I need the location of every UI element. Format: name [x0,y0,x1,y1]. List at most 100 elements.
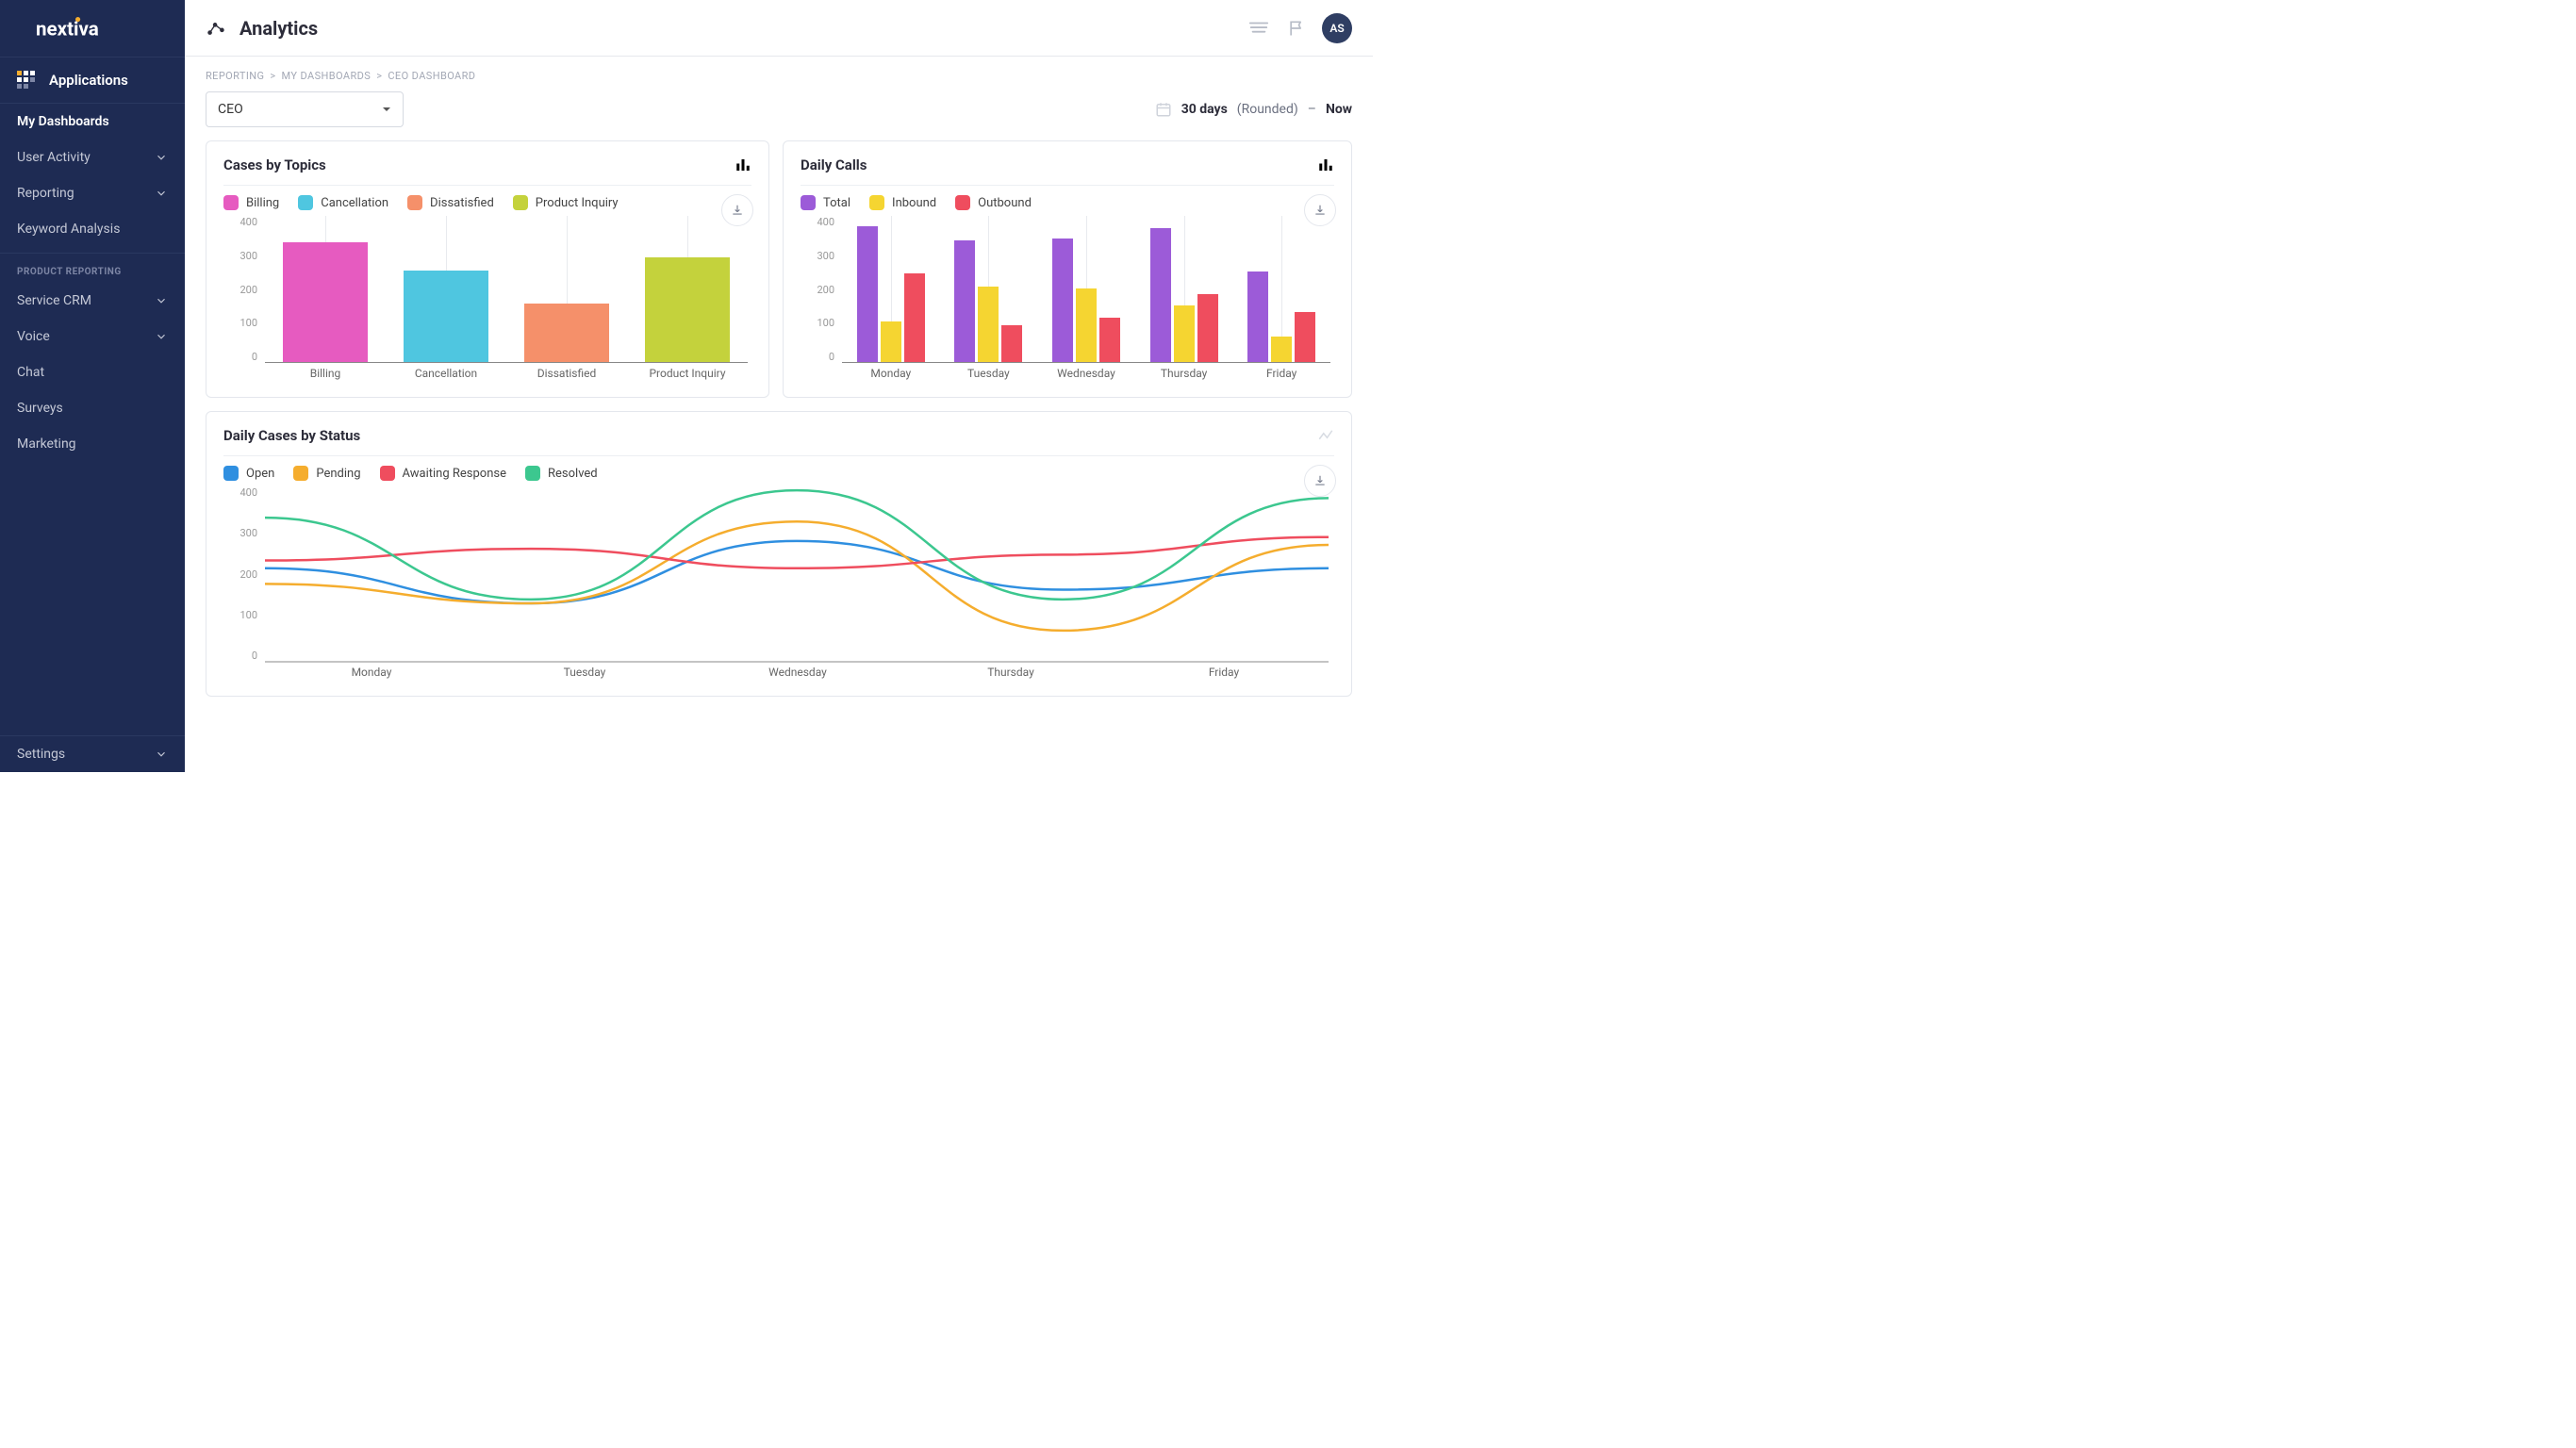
applications-button[interactable]: Applications [0,57,185,104]
x-axis-label: Thursday [1135,367,1233,386]
bar[interactable] [954,240,975,362]
sidebar-item-label: My Dashboards [17,114,109,129]
line-chart-icon[interactable] [1317,427,1334,444]
x-axis-label: Wednesday [1037,367,1135,386]
bar[interactable] [857,226,878,362]
x-axis-label: Wednesday [691,666,904,684]
legend-item-resolved[interactable]: Resolved [525,466,598,481]
x-axis-label: Monday [842,367,940,386]
bar[interactable] [1099,318,1120,362]
legend-swatch [298,195,313,210]
section-label-product-reporting: PRODUCT REPORTING [0,253,185,283]
settings-label: Settings [17,747,65,762]
legend-swatch [869,195,884,210]
bar[interactable] [1001,325,1022,362]
sidebar-item-settings[interactable]: Settings [0,735,185,772]
legend-label: Product Inquiry [536,196,619,210]
bar-chart-icon[interactable] [1317,156,1334,173]
legend-label: Outbound [978,196,1032,210]
legend-swatch [380,466,395,481]
legend-label: Pending [316,467,360,481]
legend-label: Resolved [548,467,598,481]
legend-swatch [801,195,816,210]
line-series-pending[interactable] [265,521,1329,631]
bar[interactable] [1271,337,1292,362]
sidebar-item-label: Keyword Analysis [17,222,120,237]
breadcrumb: REPORTING>MY DASHBOARDS>CEO DASHBOARD [206,70,1352,82]
flag-icon[interactable] [1284,16,1309,41]
bar[interactable] [881,321,901,362]
x-axis-label: Monday [265,666,478,684]
time-range[interactable]: 30 days (Rounded) – Now [1155,101,1352,118]
sidebar-item-service-crm[interactable]: Service CRM [0,283,185,319]
queue-icon[interactable] [1247,16,1271,41]
legend-item-billing[interactable]: Billing [223,195,279,210]
sidebar-item-my-dashboards[interactable]: My Dashboards [0,104,185,140]
applications-label: Applications [49,72,128,89]
bar[interactable] [404,271,488,363]
legend-label: Inbound [892,196,936,210]
chevron-down-icon [155,187,168,200]
sidebar: nextiva Applications My Dashboards User A… [0,0,185,772]
bar[interactable] [1052,239,1073,362]
legend-swatch [223,195,239,210]
bar-chart-icon[interactable] [735,156,751,173]
legend-label: Cancellation [321,196,388,210]
sidebar-item-user-activity[interactable]: User Activity [0,140,185,175]
sidebar-item-label: Service CRM [17,293,91,308]
sidebar-item-voice[interactable]: Voice [0,319,185,354]
sidebar-item-marketing[interactable]: Marketing [0,426,185,462]
range-duration: 30 days [1181,102,1228,117]
legend-label: Billing [246,196,279,210]
dashboard-select-value: CEO [218,102,243,117]
legend-swatch [955,195,970,210]
chevron-down-icon [155,748,168,761]
bar[interactable] [1076,288,1097,362]
card-title: Cases by Topics [223,156,326,173]
avatar[interactable]: AS [1322,13,1352,43]
range-now: Now [1326,102,1352,117]
legend-swatch [223,466,239,481]
legend-item-product_inquiry[interactable]: Product Inquiry [513,195,619,210]
legend-item-dissatisfied[interactable]: Dissatisfied [407,195,494,210]
sidebar-item-keyword-analysis[interactable]: Keyword Analysis [0,211,185,247]
brand-logo: nextiva [0,0,185,57]
bar[interactable] [1295,312,1315,362]
legend-item-open[interactable]: Open [223,466,274,481]
card-title: Daily Cases by Status [223,427,360,444]
sidebar-item-label: User Activity [17,150,91,165]
sidebar-item-reporting[interactable]: Reporting [0,175,185,211]
dashboard-select[interactable]: CEO [206,91,404,127]
sidebar-item-label: Surveys [17,401,63,416]
bar[interactable] [1247,272,1268,362]
x-axis-label: Friday [1232,367,1330,386]
card-daily-cases-by-status: Daily Cases by Status Open Pending Awaitin… [206,411,1352,697]
x-axis-label: Billing [265,367,386,386]
bar[interactable] [1150,228,1171,362]
legend-label: Total [823,196,850,210]
bar[interactable] [524,304,609,362]
analytics-icon [206,18,226,39]
sidebar-item-label: Reporting [17,186,74,201]
legend-item-inbound[interactable]: Inbound [869,195,936,210]
legend-item-outbound[interactable]: Outbound [955,195,1032,210]
card-daily-calls: Daily Calls TotalInboundOutbound 4003002… [783,140,1352,398]
legend-item-total[interactable]: Total [801,195,850,210]
sidebar-item-label: Chat [17,365,44,380]
bar[interactable] [904,273,925,362]
bar[interactable] [1174,305,1195,362]
sidebar-item-chat[interactable]: Chat [0,354,185,390]
card-cases-by-topics: Cases by Topics Billing Cancellation Dissa… [206,140,769,398]
sidebar-item-label: Marketing [17,436,76,452]
page-title: Analytics [239,17,318,40]
chevron-down-icon [155,330,168,343]
bar[interactable] [1197,294,1218,362]
legend-item-cancellation[interactable]: Cancellation [298,195,388,210]
legend-item-pending[interactable]: Pending [293,466,360,481]
legend-item-awaiting[interactable]: Awaiting Response [380,466,507,481]
sidebar-item-surveys[interactable]: Surveys [0,390,185,426]
bar[interactable] [283,242,368,362]
legend-swatch [407,195,422,210]
bar[interactable] [978,287,999,362]
bar[interactable] [645,257,730,362]
